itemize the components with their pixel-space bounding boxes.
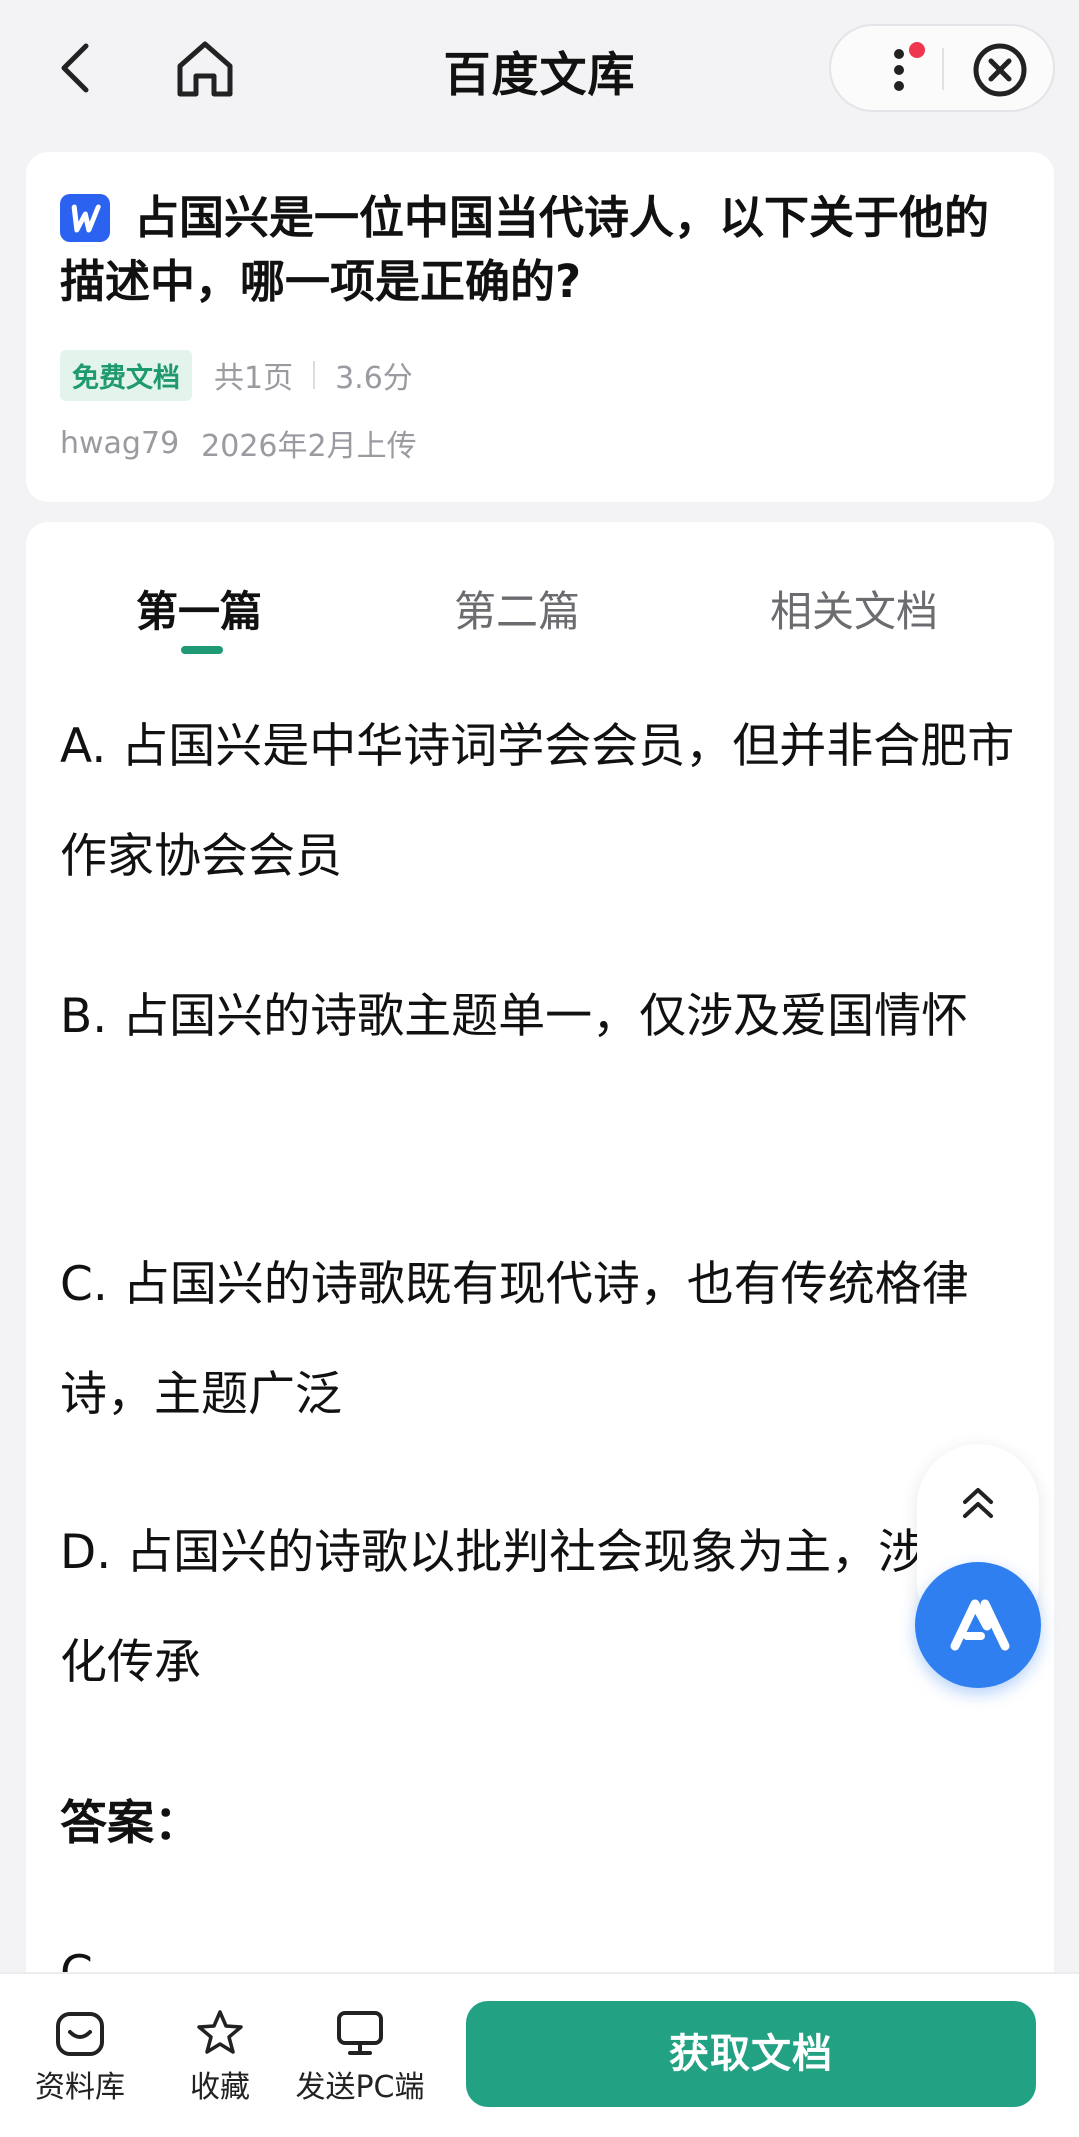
library-icon — [56, 2012, 104, 2056]
star-icon — [197, 2010, 243, 2054]
more-button[interactable] — [871, 36, 937, 102]
bottom-bar: 资料库 收藏 发送PC端 获取文档 — [0, 1972, 1079, 2137]
document-title: 占国兴是一位中国当代诗人，以下关于他的描述中，哪一项是正确的? — [60, 191, 990, 308]
active-tab-indicator — [181, 646, 223, 654]
tab-first-article[interactable]: 第一篇 — [136, 578, 262, 639]
double-chevron-up-icon — [963, 1488, 993, 1518]
ai-assistant-button[interactable] — [915, 1562, 1041, 1688]
uploader-info: hwag79 2026年2月上传 — [60, 420, 417, 466]
document-meta: 免费文档 共1页 3.6分 — [60, 349, 413, 401]
answer-label: 答案： — [60, 1796, 201, 1851]
document-info-card: 占国兴是一位中国当代诗人，以下关于他的描述中，哪一项是正确的? 免费文档 共1页… — [26, 152, 1054, 502]
send-to-pc-label: 发送PC端 — [295, 2070, 425, 2105]
tab-related-docs[interactable]: 相关文档 — [770, 578, 938, 639]
uploader-name[interactable]: hwag79 — [60, 426, 179, 461]
library-button[interactable]: 资料库 — [10, 2008, 150, 2106]
page-count: 共1页 — [214, 361, 294, 396]
document-score: 3.6分 — [335, 361, 413, 396]
tab-second-article[interactable]: 第二篇 — [454, 578, 580, 639]
option-d: D. 占国兴的诗歌以批判社会现象为主，涉及文化传承 — [60, 1525, 1020, 1690]
document-content-card: 第一篇 第二篇 相关文档 A. 占国兴是中华诗词学会会员，但并非合肥市作家协会会… — [26, 522, 1054, 2022]
library-label: 资料库 — [35, 2070, 125, 2105]
close-button[interactable] — [969, 39, 1031, 101]
favorite-button[interactable]: 收藏 — [150, 2008, 290, 2106]
close-circle-icon — [973, 43, 1027, 97]
capsule-divider — [942, 48, 944, 90]
monitor-icon — [337, 2011, 383, 2055]
favorite-label: 收藏 — [190, 2070, 250, 2105]
option-b: B. 占国兴的诗歌主题单一，仅涉及爱国情怀 — [60, 989, 969, 1044]
upload-date: 2026年2月上传 — [201, 429, 417, 464]
top-bar: 百度文库 — [0, 0, 1079, 132]
ai-assistant-icon — [950, 1599, 1010, 1651]
get-document-button[interactable]: 获取文档 — [466, 2001, 1036, 2107]
meta-divider — [313, 361, 316, 389]
more-vertical-icon — [894, 42, 925, 91]
mini-program-capsule — [829, 24, 1055, 112]
send-to-pc-button[interactable]: 发送PC端 — [290, 2008, 430, 2106]
option-a: A. 占国兴是中华诗词学会会员，但并非合肥市作家协会会员 — [60, 719, 1015, 884]
free-document-badge: 免费文档 — [60, 349, 192, 401]
option-c: C. 占国兴的诗歌既有现代诗，也有传统格律诗，主题广泛 — [60, 1257, 969, 1422]
